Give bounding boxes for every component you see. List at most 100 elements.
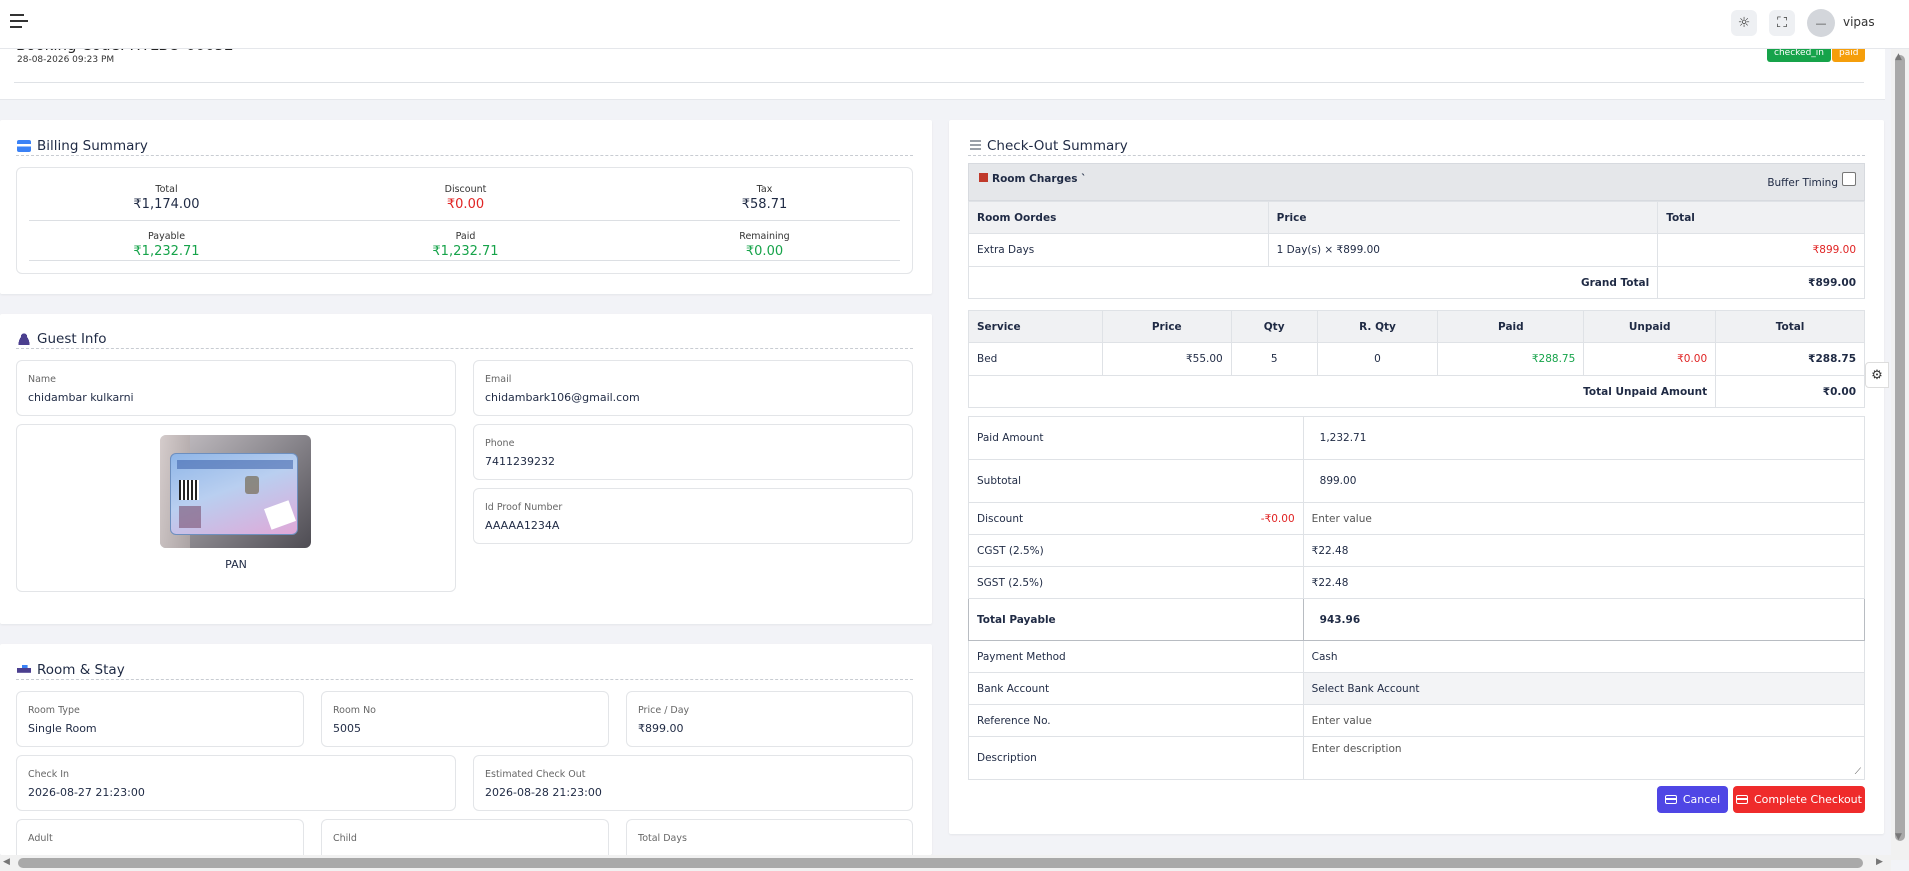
room-charges-title: Room Charges ` xyxy=(992,173,1087,185)
column-header: R. Qty xyxy=(1316,310,1439,343)
complete-checkout-button[interactable]: Complete Checkout xyxy=(1733,786,1865,813)
discount-amount: -₹0.00 xyxy=(1260,512,1295,525)
guest-email-field: Email chidambark106@gmail.com xyxy=(473,360,913,416)
billing-tax: Tax ₹58.71 xyxy=(741,184,788,212)
billing-payable: Payable ₹1,232.71 xyxy=(133,231,200,259)
receipt-icon xyxy=(970,140,981,152)
credit-card-icon xyxy=(17,140,31,152)
payment-summary-table: Paid Amount 1,232.71 Subtotal 899.00 Dis… xyxy=(968,416,1866,780)
column-header: Price xyxy=(1267,201,1659,234)
reference-input[interactable]: Enter value xyxy=(1302,704,1866,737)
billing-summary-box: Total ₹1,174.00 Discount ₹0.00 Tax ₹58.71 P… xyxy=(16,167,913,274)
resize-handle-icon[interactable]: ⟋ xyxy=(1855,767,1861,777)
price-per-day-field: Price / Day ₹899.00 xyxy=(626,691,913,747)
divider xyxy=(29,220,900,221)
username[interactable]: vipas xyxy=(1843,15,1875,29)
billing-paid: Paid ₹1,232.71 xyxy=(432,231,499,259)
guest-info-title: Guest Info xyxy=(17,331,107,347)
divider xyxy=(14,82,1864,83)
guest-phone-field: Phone 7411239232 xyxy=(473,424,913,480)
bank-account-select[interactable]: Select Bank Account xyxy=(1302,672,1866,705)
table-row: Extra Days 1 Day(s) × ₹899.00 ₹899.00 xyxy=(968,233,1865,267)
paid-amount-row: Paid Amount 1,232.71 xyxy=(968,416,1866,460)
adult-field: Adult xyxy=(16,819,304,855)
room-charges-table: Room Oordes Price Total Extra Days 1 Day… xyxy=(967,201,1865,299)
column-header: Unpaid xyxy=(1583,310,1717,343)
table-row: Bed ₹55.00 5 0 ₹288.75 ₹0.00 ₹288.75 xyxy=(968,342,1865,376)
scroll-right-icon[interactable]: ▶ xyxy=(1876,857,1883,867)
horizontal-scrollbar[interactable] xyxy=(0,855,1891,871)
discount-input[interactable]: Enter value xyxy=(1302,502,1866,535)
paid-amount-value: 1,232.71 xyxy=(1302,416,1866,460)
divider xyxy=(16,679,913,680)
total-days-field: Total Days xyxy=(626,819,913,855)
total-unpaid-row: Total Unpaid Amount ₹0.00 xyxy=(967,375,1865,408)
reference-row: Reference No. Enter value xyxy=(968,704,1866,737)
divider xyxy=(29,260,900,261)
card-icon xyxy=(1664,795,1677,804)
description-row: Description Enter description ⟋ xyxy=(968,736,1866,780)
guest-name-field: Name chidambar kulkarni xyxy=(16,360,456,416)
column-header: Service xyxy=(968,310,1103,343)
bed-icon xyxy=(17,664,31,676)
discount-row: Discount -₹0.00 Enter value xyxy=(968,502,1866,535)
guest-id-proof-field: Id Proof Number AAAAA1234A xyxy=(473,488,913,544)
sgst-row: SGST (2.5%) ₹22.48 xyxy=(968,566,1866,599)
description-textarea[interactable]: Enter description ⟋ xyxy=(1302,736,1866,780)
column-header: Price xyxy=(1101,310,1232,343)
child-field: Child xyxy=(321,819,609,855)
billing-discount: Discount ₹0.00 xyxy=(444,184,487,212)
divider xyxy=(968,155,1865,156)
id-card-image[interactable] xyxy=(160,435,311,548)
cancel-button[interactable]: Cancel xyxy=(1657,786,1728,813)
expand-icon: ⛶ xyxy=(1777,15,1787,31)
bank-account-row: Bank Account Select Bank Account xyxy=(968,672,1866,705)
payment-method-select[interactable]: Cash xyxy=(1302,640,1866,673)
column-header: Total xyxy=(1657,201,1865,234)
avatar[interactable]: — xyxy=(1807,9,1835,37)
settings-gear-icon[interactable]: ⚙ xyxy=(1865,362,1889,388)
subtotal-value: 899.00 xyxy=(1302,459,1866,503)
cgst-row: CGST (2.5%) ₹22.48 xyxy=(968,534,1866,567)
buffer-timing-checkbox[interactable] xyxy=(1842,172,1856,186)
room-stay-title: Room & Stay xyxy=(17,662,125,678)
total-payable-value: 943.96 xyxy=(1302,598,1866,641)
vertical-scrollbar[interactable] xyxy=(1891,49,1909,860)
divider xyxy=(16,155,913,156)
fullscreen-button[interactable]: ⛶ xyxy=(1769,10,1795,36)
scroll-down-icon[interactable]: ▼ xyxy=(1895,832,1902,842)
top-bar: ☼ ⛶ — vipas xyxy=(0,0,1909,49)
check-in-field: Check In 2026-08-27 21:23:00 xyxy=(16,755,456,811)
total-payable-row: Total Payable 943.96 xyxy=(968,598,1866,641)
room-type-field: Room Type Single Room xyxy=(16,691,304,747)
sun-icon: ☼ xyxy=(1737,15,1751,31)
hotel-icon xyxy=(979,173,988,182)
room-charges-header: Room Charges ` Buffer Timing xyxy=(968,163,1865,201)
services-table: Service Price Qty R. Qty Paid Unpaid Tot… xyxy=(967,310,1865,408)
billing-remaining: Remaining ₹0.00 xyxy=(739,231,790,259)
booking-date: 28-08-2026 09:23 PM xyxy=(17,55,115,65)
divider xyxy=(16,348,913,349)
buffer-timing-label: Buffer Timing xyxy=(1767,177,1838,189)
booking-header-card xyxy=(0,40,1885,100)
room-no-field: Room No 5005 xyxy=(321,691,609,747)
column-header: Paid xyxy=(1437,310,1585,343)
menu-icon[interactable] xyxy=(10,14,28,30)
billing-summary-title: Billing Summary xyxy=(17,138,148,154)
billing-total: Total ₹1,174.00 xyxy=(133,184,200,212)
payment-method-row: Payment Method Cash xyxy=(968,640,1866,673)
column-header: Room Oordes xyxy=(968,201,1269,234)
grand-total-row: Grand Total ₹899.00 xyxy=(967,266,1865,299)
theme-toggle-button[interactable]: ☼ xyxy=(1731,10,1757,36)
subtotal-row: Subtotal 899.00 xyxy=(968,459,1866,503)
check-out-field: Estimated Check Out 2026-08-28 21:23:00 xyxy=(473,755,913,811)
id-proof-type: PAN xyxy=(225,558,247,571)
card-icon xyxy=(1736,795,1748,804)
column-header: Total xyxy=(1715,310,1865,343)
scroll-left-icon[interactable]: ◀ xyxy=(3,857,10,867)
checkout-summary-title: Check-Out Summary xyxy=(970,138,1128,154)
scrollbar-thumb[interactable] xyxy=(1895,55,1905,841)
user-icon xyxy=(17,333,31,345)
scrollbar-thumb[interactable] xyxy=(18,858,1863,868)
scroll-up-icon[interactable]: ▲ xyxy=(1895,52,1902,62)
